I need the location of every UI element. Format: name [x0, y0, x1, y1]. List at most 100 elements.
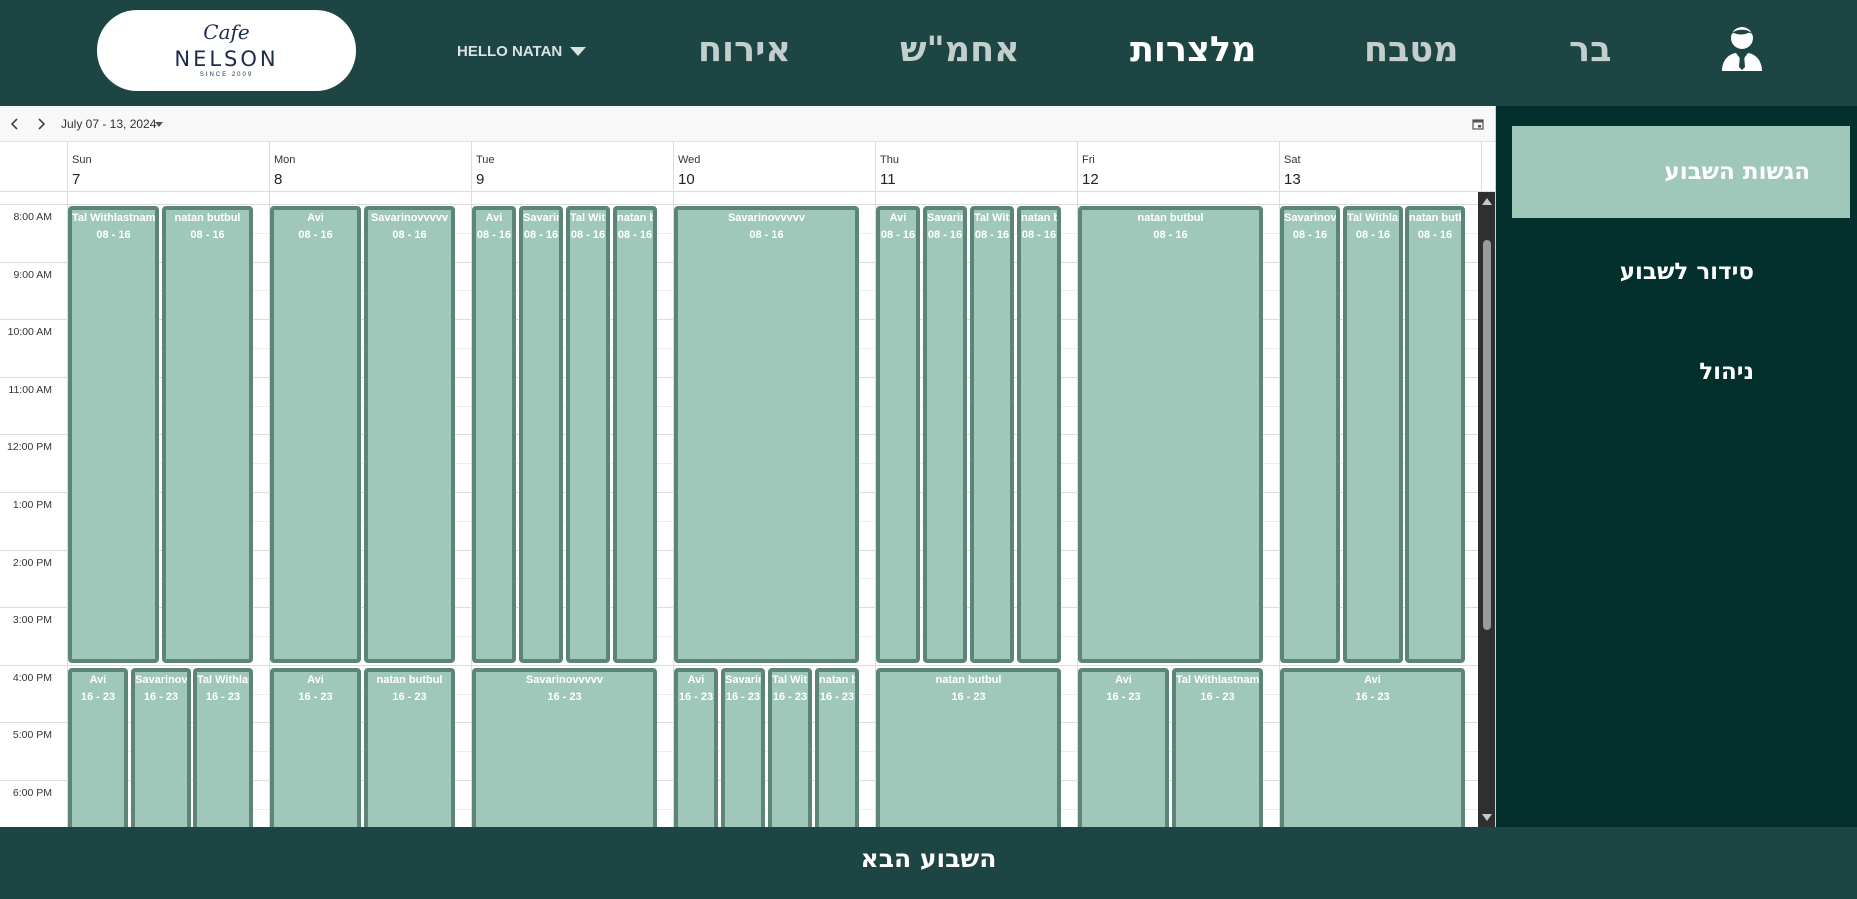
- shift-time: 08 - 16: [880, 229, 916, 241]
- shift-block[interactable]: natan butbul 08 - 16: [162, 206, 253, 663]
- time-label: 1:00 PM: [12, 499, 52, 511]
- day-header-tue: Tue 9: [471, 142, 673, 192]
- next-week-button[interactable]: השבוע הבא: [0, 844, 1857, 873]
- time-label: 3:00 PM: [12, 614, 52, 626]
- time-label: 12:00 PM: [7, 441, 52, 453]
- cafe-nelson-logo[interactable]: Cafe NELSON SINCE 2009: [97, 10, 356, 91]
- logo-brand: NELSON: [174, 47, 279, 71]
- shift-block[interactable]: Savarinovvvvv 16 - 23: [721, 668, 765, 827]
- shift-time: 08 - 16: [392, 229, 427, 241]
- shift-block[interactable]: Tal Withlastname 16 - 23: [768, 668, 812, 827]
- shift-block[interactable]: Avi 08 - 16: [472, 206, 516, 663]
- shift-employee-name: Savarinovvvvv: [370, 212, 449, 224]
- nav-item-bar[interactable]: בר: [1569, 26, 1611, 74]
- shift-block[interactable]: natan butbul 16 - 23: [876, 668, 1061, 827]
- shift-employee-name: Avi: [1115, 674, 1132, 686]
- chevron-left-icon[interactable]: [8, 117, 22, 131]
- shift-block[interactable]: Savarinovvvvv 08 - 16: [923, 206, 967, 663]
- nav-item-kitchen[interactable]: מטבח: [1364, 26, 1459, 74]
- shift-block[interactable]: Avi 16 - 23: [270, 668, 361, 827]
- user-avatar-icon[interactable]: [1720, 23, 1764, 71]
- time-label: 5:00 PM: [12, 729, 52, 741]
- sidebar-item-management[interactable]: ניהול: [1512, 344, 1850, 400]
- shift-employee-name: natan butbul: [376, 674, 443, 686]
- shift-employee-name: natan butbul: [1021, 212, 1061, 224]
- sidebar: הגשות השבוע סידור לשבוע ניהול: [1496, 106, 1857, 827]
- shift-block[interactable]: Savarinovvvvv 08 - 16: [519, 206, 563, 663]
- shift-block[interactable]: Tal Withlastname 16 - 23: [193, 668, 253, 827]
- shift-block[interactable]: Savarinovvvvv 08 - 16: [674, 206, 859, 663]
- shift-employee-name: Tal Withlastname: [1347, 212, 1399, 224]
- shift-block[interactable]: Avi 08 - 16: [876, 206, 920, 663]
- calendar-icon[interactable]: [1472, 118, 1484, 130]
- shift-block[interactable]: natan butbul 08 - 16: [1078, 206, 1263, 663]
- shift-time: 08 - 16: [476, 229, 512, 241]
- scrollbar-thumb[interactable]: [1483, 240, 1491, 630]
- scroll-up-arrow-icon[interactable]: [1482, 198, 1492, 205]
- time-grid: 8:00 AM 9:00 AM 10:00 AM 11:00 AM 12:00 PM 1:…: [0, 192, 1478, 827]
- shift-block[interactable]: Savarinovvvvv 16 - 23: [131, 668, 191, 827]
- shift-time: 08 - 16: [749, 229, 784, 241]
- sidebar-item-weekly-schedule[interactable]: סידור לשבוע: [1512, 244, 1850, 300]
- shift-block[interactable]: natan butbul 16 - 23: [364, 668, 455, 827]
- day-header-sun: Sun 7: [67, 142, 269, 192]
- shift-time: 16 - 23: [725, 691, 761, 703]
- shift-block[interactable]: Tal Withlastname 16 - 23: [1172, 668, 1263, 827]
- shift-employee-name: Avi: [307, 212, 324, 224]
- day-date: 8: [274, 171, 283, 188]
- day-date: 12: [1082, 171, 1099, 188]
- shift-block[interactable]: Avi 16 - 23: [68, 668, 128, 827]
- scroll-down-arrow-icon[interactable]: [1482, 814, 1492, 821]
- shift-block[interactable]: natan butbul 08 - 16: [613, 206, 657, 663]
- shift-block[interactable]: natan butbul 16 - 23: [815, 668, 859, 827]
- shift-time: 16 - 23: [392, 691, 427, 703]
- shift-employee-name: Savarinovvvvv: [525, 674, 604, 686]
- shift-block[interactable]: Avi 16 - 23: [1078, 668, 1169, 827]
- shift-block[interactable]: Tal Withlastname 08 - 16: [566, 206, 610, 663]
- shift-block[interactable]: Savarinovvvvv 08 - 16: [1280, 206, 1340, 663]
- shift-time: 08 - 16: [974, 229, 1010, 241]
- sidebar-item-weekly-submissions[interactable]: הגשות השבוע: [1512, 126, 1850, 218]
- shift-employee-name: natan butbul: [174, 212, 241, 224]
- nav-item-shift-manager[interactable]: אחמ"ש: [900, 26, 1020, 74]
- shift-time: 16 - 23: [772, 691, 808, 703]
- shift-employee-name: Avi: [889, 212, 907, 224]
- hour-line: [0, 204, 1478, 205]
- time-label: 8:00 AM: [13, 211, 52, 223]
- shift-block[interactable]: Tal Withlastname 08 - 16: [1343, 206, 1403, 663]
- user-menu-dropdown[interactable]: HELLO NATAN: [457, 40, 587, 62]
- user-greeting: HELLO NATAN: [457, 42, 563, 60]
- shift-block[interactable]: Savarinovvvvv 08 - 16: [364, 206, 455, 663]
- logo-script: Cafe: [203, 20, 250, 44]
- shift-block[interactable]: Avi 16 - 23: [1280, 668, 1465, 827]
- shift-block[interactable]: Avi 08 - 16: [270, 206, 361, 663]
- shift-employee-name: Avi: [307, 674, 324, 686]
- day-header-end: [1481, 142, 1495, 192]
- shift-block[interactable]: natan butbul 08 - 16: [1405, 206, 1465, 663]
- day-header-wed: Wed 10: [673, 142, 875, 192]
- shift-block[interactable]: Tal Withlastname 08 - 16: [970, 206, 1014, 663]
- shift-block[interactable]: Savarinovvvvv 16 - 23: [472, 668, 657, 827]
- logo-since: SINCE 2009: [199, 72, 254, 78]
- day-header-thu: Thu 11: [875, 142, 1077, 192]
- date-range-label[interactable]: July 07 - 13, 2024: [61, 117, 156, 131]
- day-date: 9: [476, 171, 485, 188]
- chevron-right-icon[interactable]: [34, 117, 48, 131]
- shift-time: 08 - 16: [927, 229, 963, 241]
- shift-time: 16 - 23: [678, 691, 714, 703]
- nav-item-waiters[interactable]: מלצרות: [1130, 26, 1256, 74]
- day-name: Sat: [1284, 154, 1301, 166]
- day-date: 10: [678, 171, 695, 188]
- shift-block[interactable]: natan butbul 08 - 16: [1017, 206, 1061, 663]
- shift-block[interactable]: Avi 16 - 23: [674, 668, 718, 827]
- shift-time: 16 - 23: [298, 691, 333, 703]
- caret-down-icon[interactable]: [155, 122, 163, 127]
- time-label: 11:00 AM: [8, 384, 52, 396]
- shift-time: 16 - 23: [1200, 691, 1235, 703]
- vertical-scrollbar[interactable]: [1478, 192, 1495, 827]
- nav-item-hosting[interactable]: אירוח: [698, 26, 791, 74]
- day-name: Fri: [1082, 154, 1095, 166]
- shift-block[interactable]: Tal Withlastname 08 - 16: [68, 206, 159, 663]
- shift-time: 08 - 16: [1355, 229, 1391, 241]
- bottom-bar: השבוע הבא: [0, 827, 1857, 899]
